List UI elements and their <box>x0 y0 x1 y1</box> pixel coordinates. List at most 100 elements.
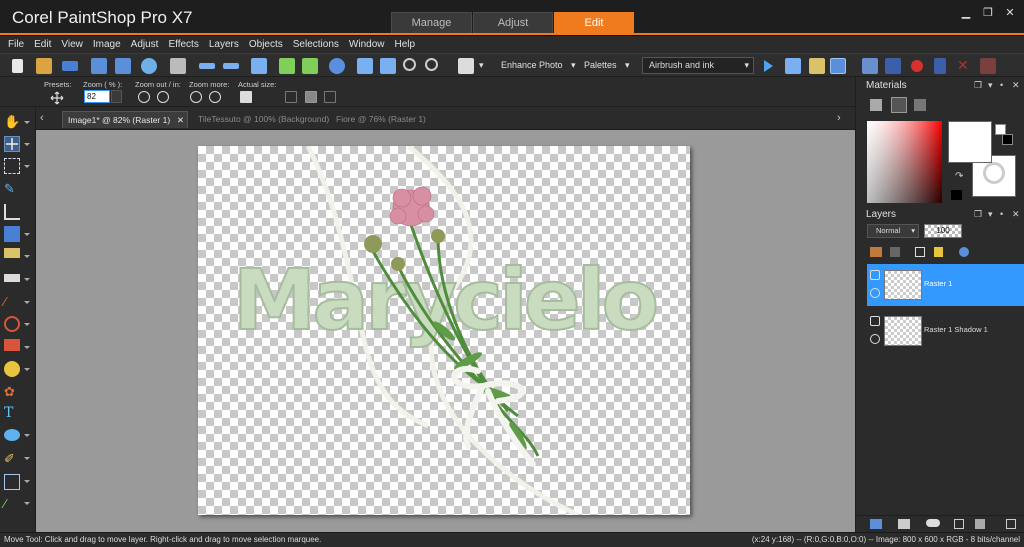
cancel-icon[interactable]: ✕ <box>957 58 973 74</box>
mask-icon[interactable] <box>959 247 969 257</box>
play-icon[interactable] <box>764 60 773 72</box>
swap-colors-icon[interactable]: ↷ <box>955 171 963 182</box>
menu-window[interactable]: Window <box>349 39 385 50</box>
pan-icon[interactable]: ✋ <box>4 114 20 130</box>
panel-restore-icon[interactable]: ❐ <box>974 80 982 91</box>
copy-special-icon[interactable] <box>458 58 474 74</box>
redo-icon[interactable] <box>223 63 239 69</box>
color-changer-dropdown-icon[interactable] <box>24 502 30 505</box>
menu-file[interactable]: File <box>8 39 24 50</box>
dropper-icon[interactable]: ✎ <box>4 181 20 197</box>
center-icon[interactable] <box>305 91 317 103</box>
lock-icon[interactable] <box>934 247 943 257</box>
actual-size-icon[interactable] <box>240 91 252 103</box>
tabs-right-icon[interactable]: › <box>837 112 841 124</box>
straighten-icon[interactable] <box>4 226 20 242</box>
enhance-dropdown-icon[interactable]: ▾ <box>571 60 576 71</box>
rainbow-tab-icon[interactable] <box>891 97 907 113</box>
new-layer-icon[interactable] <box>870 247 882 257</box>
adjustment-layer-icon[interactable] <box>870 519 882 529</box>
mini-black-swatch[interactable] <box>1002 134 1013 145</box>
layer-row-raster-1[interactable]: Raster 1 <box>867 264 1024 306</box>
visibility-eye-icon[interactable] <box>870 334 880 344</box>
image-canvas[interactable]: Marycielo <box>198 146 690 515</box>
close-icon[interactable]: ✕ <box>1004 8 1016 20</box>
move-dropdown-icon[interactable] <box>24 143 30 146</box>
move-preset-icon[interactable] <box>50 91 64 105</box>
undo-icon[interactable] <box>199 63 215 69</box>
align-icon[interactable] <box>285 91 297 103</box>
picture-tube-icon[interactable]: ✿ <box>4 384 20 400</box>
makeover-icon[interactable] <box>4 248 20 258</box>
tab-image1[interactable]: Image1* @ 82% (Raster 1) ✕ <box>62 111 188 128</box>
zoom-out-icon[interactable] <box>403 58 416 71</box>
brush-preset-select[interactable]: Airbrush and ink ▾ <box>642 57 754 74</box>
warp-icon[interactable] <box>4 474 20 490</box>
makeover-dropdown-icon[interactable] <box>24 255 30 258</box>
layers-close-icon[interactable]: ✕ <box>1012 209 1020 220</box>
copy-dropdown-icon[interactable]: ▾ <box>479 60 484 71</box>
menu-view[interactable]: View <box>61 39 83 50</box>
new-file-icon[interactable] <box>12 59 23 73</box>
pen-icon[interactable]: ✐ <box>4 451 20 467</box>
enhance-photo-menu[interactable]: Enhance Photo <box>501 60 563 70</box>
zoom-in-icon[interactable] <box>157 91 169 103</box>
crop-icon[interactable] <box>4 204 20 220</box>
menu-adjust[interactable]: Adjust <box>131 39 159 50</box>
frame-tab-icon[interactable] <box>870 99 882 111</box>
move-tool-icon[interactable] <box>4 136 20 152</box>
layers-restore-icon[interactable]: ❐ <box>974 209 982 220</box>
layer-options-icon[interactable] <box>1006 519 1016 529</box>
menu-help[interactable]: Help <box>394 39 415 50</box>
new-group-icon[interactable] <box>890 247 900 257</box>
layers-pin-icon[interactable]: • <box>1000 209 1003 219</box>
tab-adjust[interactable]: Adjust <box>473 12 553 33</box>
link-icon[interactable] <box>915 247 925 257</box>
delete-layer-icon[interactable] <box>975 519 985 529</box>
save-script-icon[interactable] <box>980 58 996 74</box>
straighten-dropdown-icon[interactable] <box>24 233 30 236</box>
paint-brush-icon[interactable]: ⁄ <box>4 294 20 310</box>
save-icon[interactable] <box>91 58 107 74</box>
stop-icon[interactable] <box>885 58 901 74</box>
palettes-dropdown-icon[interactable]: ▾ <box>625 60 630 71</box>
minimize-icon[interactable]: ▁ <box>960 8 972 20</box>
distribute-icon[interactable] <box>324 91 336 103</box>
layers-menu-icon[interactable]: ▾ <box>988 209 993 220</box>
fit-window-icon[interactable] <box>357 58 373 74</box>
pan-dropdown-icon[interactable] <box>24 121 30 124</box>
foreground-swatch[interactable] <box>948 121 992 163</box>
pen-dropdown-icon[interactable] <box>24 457 30 460</box>
text-icon[interactable]: T <box>4 405 20 421</box>
color-changer-icon[interactable]: ⁄ <box>4 496 20 512</box>
shape-icon[interactable] <box>4 429 20 441</box>
menu-effects[interactable]: Effects <box>168 39 198 50</box>
brush-dropdown-icon[interactable] <box>24 301 30 304</box>
dodge-dropdown-icon[interactable] <box>24 323 30 326</box>
zoom-in-icon[interactable] <box>425 58 438 71</box>
panel-close-icon[interactable]: ✕ <box>1012 80 1020 91</box>
swatches-tab-icon[interactable] <box>914 99 926 111</box>
print-icon[interactable] <box>170 58 186 74</box>
zoom-input[interactable]: 82 <box>84 90 110 103</box>
shape-dropdown-icon[interactable] <box>24 434 30 437</box>
fx-icon[interactable] <box>898 519 910 529</box>
clone-dropdown-icon[interactable] <box>24 278 30 281</box>
tab-fiore[interactable]: Fiore @ 76% (Raster 1) <box>331 111 426 128</box>
save-as-icon[interactable] <box>115 58 131 74</box>
full-screen-icon[interactable] <box>380 58 396 74</box>
scan-icon[interactable] <box>62 61 78 71</box>
eraser-icon[interactable] <box>4 339 20 351</box>
menu-image[interactable]: Image <box>93 39 121 50</box>
dodge-icon[interactable] <box>4 316 20 332</box>
batch-icon[interactable] <box>785 58 801 74</box>
fill-dropdown-icon[interactable] <box>24 368 30 371</box>
layer-row-raster-1-shadow[interactable]: Raster 1 Shadow 1 <box>867 310 1024 352</box>
palettes-menu[interactable]: Palettes <box>584 60 617 70</box>
resize-icon[interactable] <box>251 58 267 74</box>
open-folder-icon[interactable] <box>36 58 52 74</box>
tab-tiletessuto[interactable]: TileTessuto @ 100% (Background) <box>193 111 329 128</box>
color-picker[interactable] <box>867 121 942 203</box>
tab-manage[interactable]: Manage <box>391 12 472 33</box>
menu-objects[interactable]: Objects <box>249 39 283 50</box>
